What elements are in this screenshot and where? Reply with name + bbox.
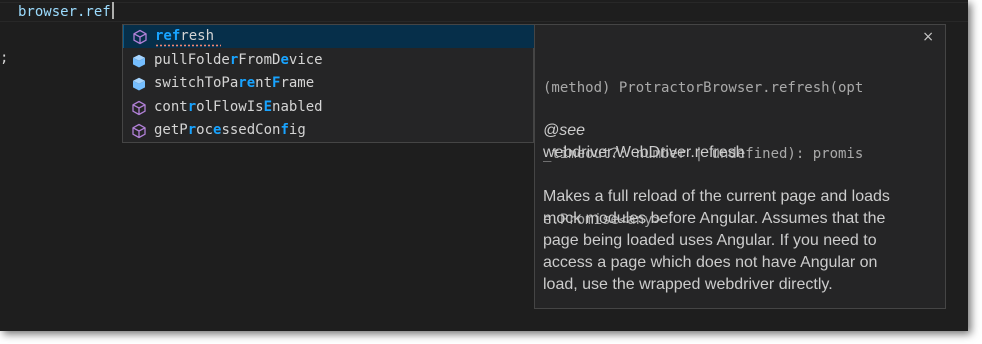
see-target: webdriver.WebDriver.refresh	[543, 144, 745, 161]
match-highlight: re	[155, 28, 172, 44]
doc-line: load, use the wrapped webdriver directly…	[543, 276, 833, 293]
field-icon	[133, 54, 145, 67]
suggest-details-panel: (method) ProtractorBrowser.refresh(opt _…	[534, 24, 946, 309]
code-line[interactable]: browser.ref	[18, 2, 114, 21]
label-text: nt	[255, 75, 273, 91]
suggestion-item[interactable]: pullFolderFromDevice	[123, 49, 533, 72]
label-text: oc	[196, 122, 214, 138]
suggestion-item[interactable]: refresh	[123, 25, 534, 48]
label-text: getP	[154, 122, 188, 138]
spelling-squiggle	[155, 44, 221, 47]
match-highlight: E	[263, 98, 273, 115]
doc-line: access a page which does not have Angula…	[543, 254, 878, 271]
signature-line: (method) ProtractorBrowser.refresh(opt	[543, 80, 864, 96]
label-text: olFlowIs	[196, 98, 264, 115]
match-highlight: e	[280, 51, 289, 68]
label-text: nabled	[272, 98, 323, 115]
label-text: switchToPa	[154, 75, 239, 91]
doc-line: page being loaded uses Angular. If you n…	[543, 232, 877, 249]
doc-line: mock modules before Angular. Assumes tha…	[543, 210, 886, 227]
match-highlight: f	[280, 122, 289, 138]
suggestion-label: controlFlowIsEnabled	[154, 96, 323, 119]
match-highlight: r	[187, 98, 197, 115]
method-icon	[133, 29, 147, 45]
current-line-highlight	[0, 2, 968, 22]
field-icon	[133, 77, 145, 91]
code-editor[interactable]: browser.ref ; refresh pullFolderFromDevic…	[0, 0, 968, 331]
suggestion-item[interactable]: switchToParentFrame	[123, 72, 533, 95]
method-icon	[132, 123, 146, 139]
label-text: vice	[288, 51, 323, 68]
suggestion-label: switchToParentFrame	[154, 72, 314, 95]
code-fragment: ;	[0, 50, 9, 66]
code-text: browser.ref	[18, 4, 111, 20]
suggestion-item[interactable]: controlFlowIsEnabled	[123, 96, 533, 119]
see-section: @see webdriver.WebDriver.refresh	[543, 120, 933, 164]
label-text: rame	[280, 75, 315, 91]
close-icon[interactable]: ×	[922, 29, 934, 45]
label-text: FromD	[238, 51, 281, 68]
documentation-text: Makes a full reload of the current page …	[543, 186, 933, 296]
suggestion-label: getProcessedConfig	[154, 119, 306, 142]
suggestion-label: pullFolderFromDevice	[154, 49, 323, 72]
doc-line: Makes a full reload of the current page …	[543, 188, 890, 205]
match-highlight: re	[238, 75, 256, 91]
suggestion-item[interactable]: getProcessedConfig	[123, 119, 533, 142]
match-highlight: r	[187, 122, 197, 138]
label-text: ssedCon	[221, 122, 281, 138]
label-text: ig	[288, 122, 306, 138]
label-text: pullFolde	[154, 51, 230, 68]
text-cursor	[111, 2, 114, 19]
label-text: cont	[154, 98, 188, 115]
see-tag: @see	[543, 122, 586, 139]
label-text: resh	[180, 28, 215, 44]
suggest-widget[interactable]: refresh pullFolderFromDevice switchToParen…	[122, 24, 534, 143]
method-icon	[132, 100, 146, 115]
